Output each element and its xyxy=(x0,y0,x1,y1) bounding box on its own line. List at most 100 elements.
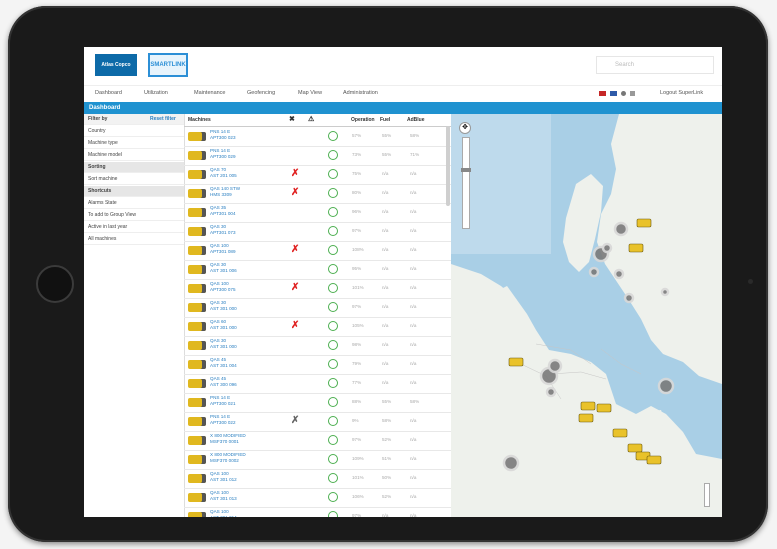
cluster-marker[interactable] xyxy=(613,221,629,237)
sidebar-filter-item[interactable]: Active in last year xyxy=(84,222,184,233)
table-row[interactable]: QAS 100 APT301 089 ✗ 108% n/a n/a xyxy=(184,241,451,261)
pan-control-icon[interactable]: ✥ xyxy=(459,122,471,134)
machine-name[interactable]: QAS 70 AST 201 005 xyxy=(210,167,237,179)
sidebar-filter-item[interactable]: Machine model xyxy=(84,150,184,161)
table-row[interactable]: QAS 45 AST 301 004 79% n/a n/a xyxy=(184,355,451,375)
machine-name[interactable]: QAS 60 AST 301 000 xyxy=(210,319,237,331)
machine-name[interactable]: QAS 45 AST 301 004 xyxy=(210,357,237,369)
atlas-copco-logo[interactable]: Atlas Copco xyxy=(95,54,137,76)
wrench-alarm-icon[interactable]: ✗ xyxy=(291,282,299,294)
machine-name[interactable]: QAS 35 APT301 004 xyxy=(210,205,236,217)
table-row[interactable]: X 800 MODIFIED MSF370 0001 97% 52% n/a xyxy=(184,431,451,451)
machine-map[interactable]: ✥ xyxy=(451,114,722,517)
col-machines[interactable]: Machines xyxy=(188,117,211,123)
table-row[interactable]: PNS 14 E APT300 023 57% 55% 58% xyxy=(184,127,451,147)
sidebar-filter-item[interactable]: Machine type xyxy=(84,138,184,149)
table-row[interactable]: PNS 14 E APT300 021 88% 55% 58% xyxy=(184,393,451,413)
cluster-marker[interactable] xyxy=(601,242,613,254)
machine-marker[interactable] xyxy=(636,218,652,228)
machine-marker[interactable] xyxy=(578,413,594,423)
machine-name[interactable]: QAS 100 AST 301 012 xyxy=(210,471,237,483)
logout-link[interactable]: Logout SuperLink xyxy=(660,90,703,96)
machine-name[interactable]: QAS 100 APT300 075 xyxy=(210,281,236,293)
table-scrollbar[interactable] xyxy=(446,126,450,206)
table-row[interactable]: QAS 45 AST 300 096 77% n/a n/a xyxy=(184,374,451,394)
sidebar-filter-item[interactable]: Sort machine xyxy=(84,174,184,185)
europe-map[interactable] xyxy=(451,114,722,517)
smartlink-logo[interactable]: SMARTLINK xyxy=(148,53,188,77)
machine-name[interactable]: QAS 45 AST 300 096 xyxy=(210,376,237,388)
table-row[interactable]: QAS 70 AST 201 005 ✗ 75% n/a n/a xyxy=(184,165,451,185)
col-fuel[interactable]: Fuel xyxy=(380,117,390,123)
table-row[interactable]: QAS 100 AST 301 013 106% 52% n/a xyxy=(184,488,451,508)
machine-name[interactable]: QAS 30 APT301 073 xyxy=(210,224,236,236)
user-icon[interactable] xyxy=(621,91,626,96)
machine-name[interactable]: PNS 14 E APT300 029 xyxy=(210,148,236,160)
table-row[interactable]: QAS 30 APT301 073 97% n/a n/a xyxy=(184,222,451,242)
wrench-alarm-icon[interactable]: ✗ xyxy=(291,187,299,199)
table-row[interactable]: QAS 35 APT301 004 96% n/a n/a xyxy=(184,203,451,223)
sidebar-filter-item[interactable]: Country xyxy=(84,126,184,137)
machine-marker[interactable] xyxy=(580,401,596,411)
table-row[interactable]: PNS 14 E APT300 029 73% 55% 71% xyxy=(184,146,451,166)
machine-marker[interactable] xyxy=(646,455,662,465)
table-row[interactable]: QAS 60 AST 301 000 ✗ 105% n/a n/a xyxy=(184,317,451,337)
table-row[interactable]: QAS 140 STW HMS 3309 ✗ 80% n/a n/a xyxy=(184,184,451,204)
sidebar-filter-item[interactable]: All machines xyxy=(84,234,184,245)
cluster-marker[interactable] xyxy=(502,454,520,472)
wrench-alarm-icon[interactable]: ✗ xyxy=(291,320,299,332)
machine-marker[interactable] xyxy=(627,443,643,453)
machine-name[interactable]: QAS 140 STW HMS 3309 xyxy=(210,186,240,198)
table-row[interactable]: PNS 14 E APT300 022 ✗ 9% 58% n/a xyxy=(184,412,451,432)
zoom-slider-handle[interactable] xyxy=(461,168,471,172)
zoom-slider[interactable] xyxy=(461,137,471,229)
table-row[interactable]: X 800 MODIFIED MSF370 0002 109% 51% n/a xyxy=(184,450,451,470)
machine-name[interactable]: PNS 14 E APT300 021 xyxy=(210,395,236,407)
nav-map-view[interactable]: Map View xyxy=(298,90,322,96)
cluster-marker[interactable] xyxy=(657,377,675,395)
cluster-marker[interactable] xyxy=(613,268,625,280)
table-row[interactable]: QAS 100 AST 301 012 101% 50% n/a xyxy=(184,469,451,489)
machine-name[interactable]: QAS 30 AST 301 006 xyxy=(210,262,237,274)
machine-name[interactable]: X 800 MODIFIED MSF370 0001 xyxy=(210,433,246,445)
col-operation[interactable]: Operation xyxy=(351,117,375,123)
sidebar-filter-item[interactable]: Alarms State xyxy=(84,198,184,209)
machine-name[interactable]: PNS 14 E APT300 022 xyxy=(210,414,236,426)
machine-name[interactable]: QAS 30 AST 301 000 xyxy=(210,300,237,312)
nav-utilization[interactable]: Utilization xyxy=(144,90,168,96)
wrench-alarm-icon[interactable]: ✗ xyxy=(291,415,299,427)
table-row[interactable]: QAS 30 AST 301 006 95% n/a n/a xyxy=(184,260,451,280)
cluster-marker[interactable] xyxy=(547,358,563,374)
machine-marker[interactable] xyxy=(596,403,612,413)
machine-name[interactable]: PNS 14 E APT300 023 xyxy=(210,129,236,141)
cluster-marker[interactable] xyxy=(545,386,557,398)
machine-marker[interactable] xyxy=(628,243,644,253)
nav-administration[interactable]: Administration xyxy=(343,90,378,96)
flag-uk-icon[interactable] xyxy=(599,91,606,96)
nav-dashboard[interactable]: Dashboard xyxy=(95,90,122,96)
nav-maintenance[interactable]: Maintenance xyxy=(194,90,226,96)
machine-name[interactable]: QAS 30 AST 301 000 xyxy=(210,338,237,350)
machine-name[interactable]: QAS 100 APT301 089 xyxy=(210,243,236,255)
help-icon[interactable] xyxy=(630,91,635,96)
table-row[interactable]: QAS 100AST 301 014 97% n/a n/a xyxy=(184,507,451,517)
wrench-alarm-icon[interactable]: ✗ xyxy=(291,168,299,180)
home-button[interactable] xyxy=(36,265,74,303)
cluster-marker[interactable] xyxy=(623,292,635,304)
wrench-alarm-icon[interactable]: ✗ xyxy=(291,244,299,256)
cluster-marker[interactable] xyxy=(588,266,600,278)
col-adblue[interactable]: AdBlue xyxy=(407,117,425,123)
table-row[interactable]: QAS 100 APT300 075 ✗ 101% n/a n/a xyxy=(184,279,451,299)
reset-filter-link[interactable]: Reset filter xyxy=(150,114,176,125)
machine-marker[interactable] xyxy=(508,357,524,367)
cluster-marker[interactable] xyxy=(660,287,670,297)
nav-geofencing[interactable]: Geofencing xyxy=(247,90,275,96)
machine-marker[interactable] xyxy=(612,428,628,438)
table-row[interactable]: QAS 30 AST 301 000 98% n/a n/a xyxy=(184,336,451,356)
machine-name[interactable]: X 800 MODIFIED MSF370 0002 xyxy=(210,452,246,464)
table-row[interactable]: QAS 30 AST 301 000 97% n/a n/a xyxy=(184,298,451,318)
sidebar-filter-item[interactable]: To add to Group View xyxy=(84,210,184,221)
flag-eu-icon[interactable] xyxy=(610,91,617,96)
search-input[interactable]: Search xyxy=(596,56,714,74)
machine-name[interactable]: QAS 100 AST 301 013 xyxy=(210,490,237,502)
